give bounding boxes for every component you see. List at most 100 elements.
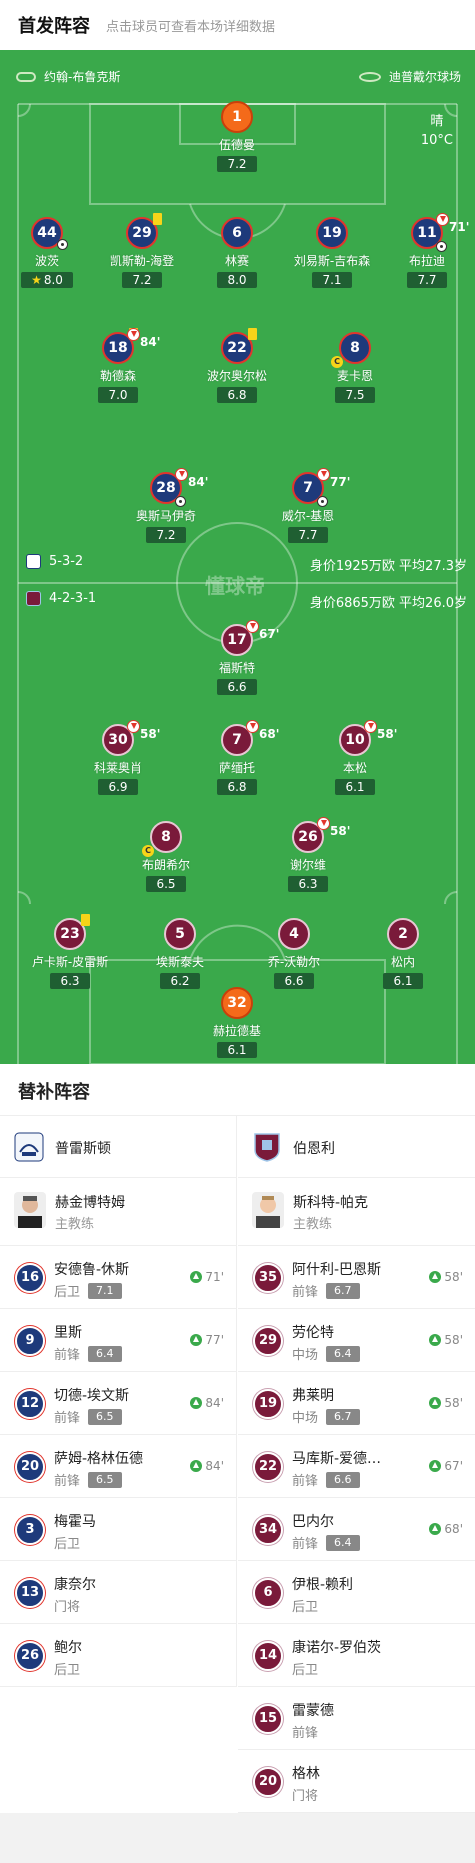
player-away-23[interactable]: 23 卢卡斯-皮雷斯 6.3: [25, 914, 115, 989]
home-formation: 5-3-2: [26, 554, 83, 569]
sub-number-circle: 22: [253, 1452, 283, 1482]
sub-on-indicator: 58': [429, 1396, 463, 1410]
sub-player-row[interactable]: 35 阿什利-巴恩斯 前锋 6.7 58': [238, 1246, 475, 1309]
player-rating-wrap: 8.0: [192, 269, 282, 288]
sub-number-circle: 20: [15, 1452, 45, 1482]
captain-badge: C: [142, 845, 154, 857]
sub-player-row[interactable]: 29 劳伦特 中场 6.4 58': [238, 1309, 475, 1372]
player-number-circle: 18 84': [102, 328, 160, 364]
sub-player-row[interactable]: 22 马库斯-爱德… 前锋 6.6 67': [238, 1435, 475, 1498]
player-rating: 6.3: [288, 876, 328, 892]
away-coach-row[interactable]: 斯科特-帕克 主教练: [238, 1178, 475, 1246]
sub-off-minute: 58': [377, 727, 398, 741]
home-coach-row[interactable]: 赫金博特姆 主教练: [0, 1178, 236, 1246]
player-rating-wrap: 6.5: [121, 873, 211, 892]
player-away-7[interactable]: 7 68' 萨缅托 6.8: [192, 720, 282, 795]
player-number: 7: [232, 732, 242, 748]
player-rating: ★ 8.0: [21, 272, 73, 288]
sub-number-circle: 26: [15, 1641, 45, 1671]
player-number-circle: 7 68': [221, 720, 279, 756]
player-rating: 6.6: [217, 679, 257, 695]
sub-off-minute: 67': [259, 627, 280, 641]
sub-player-row[interactable]: 14 康诺尔-罗伯茨 后卫: [238, 1624, 475, 1687]
away-team-row[interactable]: 伯恩利: [238, 1116, 475, 1178]
player-rating-value: 6.3: [60, 974, 80, 988]
sub-on-icon: [429, 1334, 442, 1346]
sub-player-row[interactable]: 12 切德-埃文斯 前锋 6.5 84': [0, 1372, 236, 1435]
sub-player-row[interactable]: 34 巴内尔 前锋 6.4 68': [238, 1498, 475, 1561]
player-home-19[interactable]: 19 刘易斯-吉布森 7.1: [287, 217, 377, 288]
sub-on-indicator: 58': [429, 1333, 463, 1347]
player-name: 埃斯泰夫: [155, 955, 204, 969]
sub-player-row[interactable]: 9 里斯 前锋 6.4 77': [0, 1309, 236, 1372]
sub-player-row[interactable]: 3 梅霍马 后卫: [0, 1498, 236, 1561]
preston-crest-icon: [14, 1132, 44, 1162]
goal-ball-icon: [317, 496, 328, 507]
sub-off-icon: [127, 328, 140, 341]
sub-player-row[interactable]: 15 雷蒙德 前锋: [238, 1687, 475, 1750]
player-rating: 7.2: [217, 156, 257, 172]
sub-on-minute: 71': [205, 1270, 224, 1284]
player-name: 勒德森: [99, 369, 136, 383]
sub-player-row[interactable]: 13 康奈尔 门将: [0, 1561, 236, 1624]
player-away-30[interactable]: 30 58' 科莱奥肖 6.9: [73, 720, 163, 795]
player-away-26[interactable]: 26 58' 谢尔维 6.3: [263, 817, 353, 892]
player-away-10[interactable]: 10 58' 本松 6.1: [310, 720, 400, 795]
sub-player-position: 门将: [292, 1789, 319, 1804]
stadium-icon: [358, 71, 381, 82]
player-home-29[interactable]: 29 凯斯勒-海登 7.2: [97, 213, 187, 288]
sub-number-circle: 20: [253, 1767, 283, 1797]
sub-on-minute: 58': [444, 1333, 463, 1347]
player-rating-value: 7.2: [156, 528, 176, 542]
sub-on-indicator: 71': [190, 1270, 224, 1284]
player-name: 布朗希尔: [141, 858, 190, 872]
sub-player-row[interactable]: 6 伊根-赖利 后卫: [238, 1561, 475, 1624]
sub-number-circle: 9: [15, 1326, 45, 1356]
player-away-32[interactable]: 32 赫拉德基 6.1: [192, 987, 282, 1058]
sub-off-minute: 58': [330, 824, 351, 838]
player-home-7[interactable]: 7 77' 威尔-基恩 7.7: [263, 468, 353, 543]
player-home-1[interactable]: 1 伍德曼 7.2: [192, 101, 282, 172]
sub-player-row[interactable]: 16 安德鲁-休斯 后卫 7.1 71': [0, 1246, 236, 1309]
player-rating-wrap: 6.1: [192, 1039, 282, 1058]
player-number-circle: 32: [221, 987, 253, 1019]
player-home-11[interactable]: 11 71' 布拉迪 7.7: [382, 213, 472, 288]
sub-on-indicator: 84': [190, 1396, 224, 1410]
player-home-18[interactable]: 18 84' 勒德森 7.0: [73, 328, 163, 403]
sub-player-row[interactable]: 26 鲍尔 后卫: [0, 1624, 236, 1687]
player-home-44[interactable]: 44 波茨 ★ 8.0: [2, 217, 92, 288]
player-away-5[interactable]: 5 埃斯泰夫 6.2: [135, 918, 225, 989]
sub-on-indicator: 77': [190, 1333, 224, 1347]
sub-off-icon: [246, 720, 259, 733]
sub-player-meta: 后卫: [292, 1659, 318, 1678]
home-formation-text: 5-3-2: [49, 554, 84, 569]
watermark: 懂球帝: [205, 574, 265, 598]
sub-player-name: 切德-埃文斯: [54, 1388, 130, 1404]
player-away-2[interactable]: 2 松内 6.1: [358, 918, 448, 989]
player-home-6[interactable]: 6 林赛 8.0: [192, 217, 282, 288]
pitch: 约翰-布鲁克斯 迪普戴尔球场 晴 10°C 懂球帝 5-3-2 身价1925万欧…: [0, 50, 475, 1064]
player-away-8[interactable]: 8 C 布朗希尔 6.5: [121, 821, 211, 892]
player-rating: 7.2: [122, 272, 162, 288]
player-home-8[interactable]: 8 C 麦卡恩 7.5: [310, 332, 400, 403]
sub-player-row[interactable]: 19 弗莱明 中场 6.7 58': [238, 1372, 475, 1435]
star-icon: ★: [31, 273, 42, 287]
subs-header: 替补阵容: [0, 1064, 475, 1116]
sub-player-row[interactable]: 20 格林 门将: [238, 1750, 475, 1813]
player-home-22[interactable]: 22 波尔奥尔松 6.8: [192, 328, 282, 403]
player-home-28[interactable]: 28 84' 奥斯马伊奇 7.2: [121, 468, 211, 543]
player-rating-wrap: 7.7: [263, 524, 353, 543]
weather: 晴 10°C: [421, 112, 453, 150]
home-team-row[interactable]: 普雷斯顿: [0, 1116, 236, 1178]
player-number-circle: 1: [221, 101, 253, 133]
player-away-4[interactable]: 4 乔-沃勒尔 6.6: [249, 918, 339, 989]
sub-on-icon: [429, 1460, 442, 1472]
sub-player-position: 前锋: [54, 1411, 81, 1426]
sub-player-row[interactable]: 20 萨姆-格林伍德 前锋 6.5 84': [0, 1435, 236, 1498]
sub-number-circle: 34: [253, 1515, 283, 1545]
player-rating-wrap: 7.1: [287, 269, 377, 288]
sub-player-position: 后卫: [54, 1537, 81, 1552]
yellow-card-icon: [153, 213, 162, 225]
player-away-17[interactable]: 17 67' 福斯特 6.6: [192, 620, 282, 695]
weather-temperature: 10°C: [420, 133, 453, 148]
